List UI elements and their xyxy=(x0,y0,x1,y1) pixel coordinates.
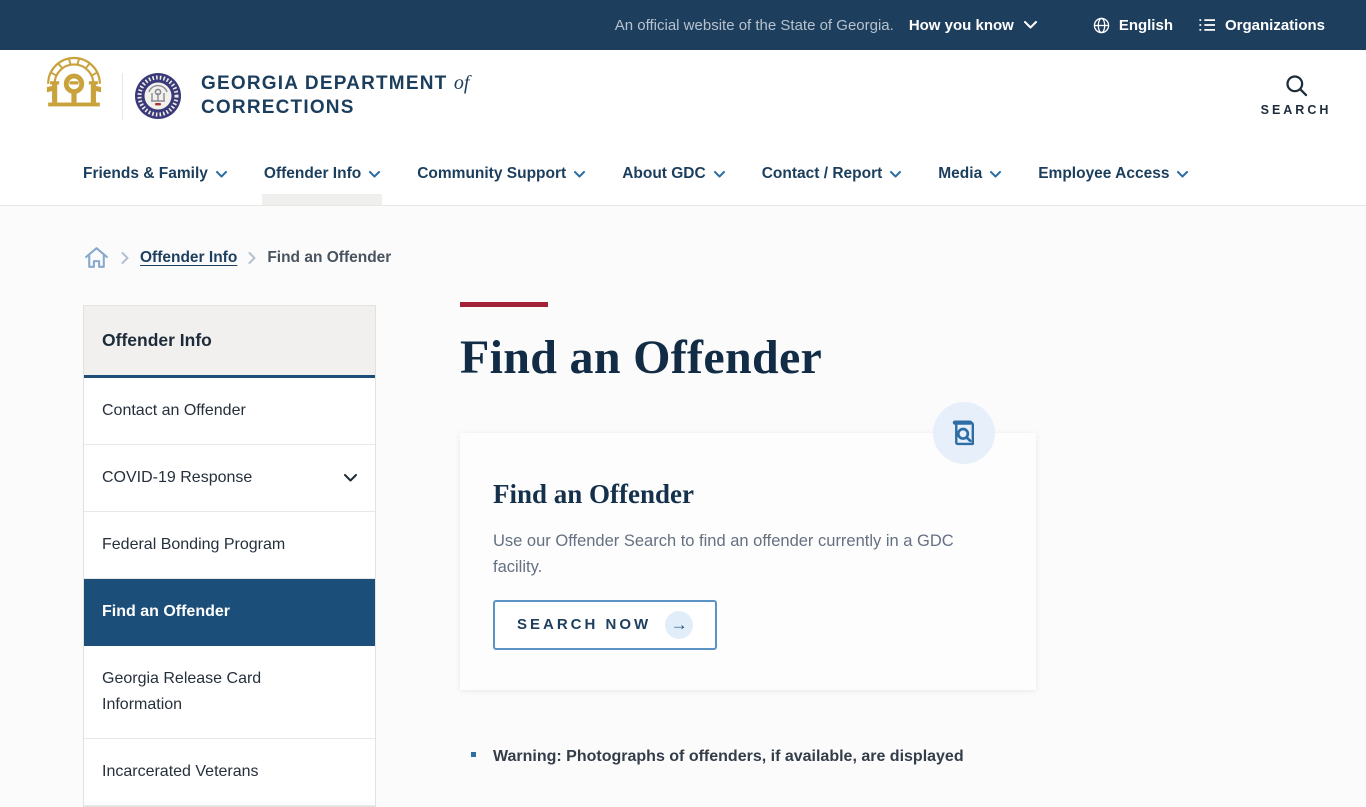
language-selector[interactable]: English xyxy=(1093,17,1173,34)
sidebar-title: Offender Info xyxy=(84,306,375,378)
chevron-right-icon xyxy=(121,251,129,264)
chevron-down-icon xyxy=(215,170,227,177)
globe-icon xyxy=(1093,17,1110,34)
sidebar-offender-info: Offender Info Contact an Offender COVID-… xyxy=(83,305,376,807)
official-website-text: An official website of the State of Geor… xyxy=(614,16,894,34)
sidebar-item-label: Contact an Offender xyxy=(102,402,246,419)
nav-label: Media xyxy=(938,165,983,182)
sidebar-item-label: Federal Bonding Program xyxy=(102,536,286,553)
search-now-label: SEARCH NOW xyxy=(517,616,652,634)
how-you-know-label: How you know xyxy=(908,16,1014,34)
site-header: GEORGIA DEPARTMENT of CORRECTIONS SEARCH xyxy=(0,34,1366,143)
nav-label: Friends & Family xyxy=(83,165,208,182)
arrow-right-icon: → xyxy=(665,610,694,639)
header-search-button[interactable]: SEARCH xyxy=(1261,72,1328,117)
sidebar-item-label: Georgia Release Card Information xyxy=(102,670,262,713)
organizations-button[interactable]: Organizations xyxy=(1198,17,1325,34)
document-search-icon xyxy=(952,420,974,445)
header-divider xyxy=(122,73,123,120)
site-title[interactable]: GEORGIA DEPARTMENT of CORRECTIONS xyxy=(201,71,469,120)
chevron-right-icon xyxy=(248,251,256,264)
chevron-down-icon xyxy=(344,474,357,482)
warning-list-item: Warning: Photographs of offenders, if av… xyxy=(460,745,1036,769)
sidebar-item-find-an-offender[interactable]: Find an Offender xyxy=(84,579,375,646)
nav-label: Contact / Report xyxy=(761,165,883,182)
bullet-square-icon xyxy=(471,751,476,757)
brand-of: of xyxy=(453,72,470,94)
main-content: Find an Offender Find an Offender Use ou… xyxy=(460,302,1036,769)
home-icon[interactable] xyxy=(83,245,110,270)
gov-topbar: An official website of the State of Geor… xyxy=(0,0,1366,50)
chevron-down-icon xyxy=(369,170,381,177)
georgia-arch-icon xyxy=(46,56,102,107)
breadcrumb: Offender Info Find an Offender xyxy=(83,245,1366,270)
organizations-label: Organizations xyxy=(1224,16,1325,34)
sidebar-item-contact-an-offender[interactable]: Contact an Offender xyxy=(84,378,375,445)
list-icon xyxy=(1198,17,1216,33)
nav-item-offender-info[interactable]: Offender Info xyxy=(261,143,383,205)
chevron-down-icon xyxy=(890,170,902,177)
title-accent-bar xyxy=(460,302,548,307)
search-label: SEARCH xyxy=(1260,103,1332,117)
chevron-down-icon xyxy=(1177,170,1189,177)
nav-item-media[interactable]: Media xyxy=(938,143,1002,205)
sidebar-item-label: COVID-19 Response xyxy=(102,469,253,486)
sidebar-item-covid-19-response[interactable]: COVID-19 Response xyxy=(84,445,375,512)
sidebar-item-federal-bonding-program[interactable]: Federal Bonding Program xyxy=(84,512,375,579)
search-icon xyxy=(1283,72,1310,99)
sidebar-item-georgia-release-card-information[interactable]: Georgia Release Card Information xyxy=(84,646,375,739)
language-label: English xyxy=(1118,16,1173,34)
nav-label: Offender Info xyxy=(263,165,362,182)
nav-label: Employee Access xyxy=(1038,165,1170,182)
chevron-down-icon xyxy=(1023,21,1037,29)
primary-nav: Friends & Family Offender Info Community… xyxy=(0,143,1366,206)
nav-item-contact-report[interactable]: Contact / Report xyxy=(762,143,902,205)
nav-label: About GDC xyxy=(622,165,706,182)
gdc-seal-icon xyxy=(135,73,181,119)
breadcrumb-current: Find an Offender xyxy=(267,248,392,266)
how-you-know-button[interactable]: How you know xyxy=(909,17,1037,34)
find-offender-card: Find an Offender Use our Offender Search… xyxy=(460,401,1036,690)
chevron-down-icon xyxy=(574,170,586,177)
sidebar-item-label: Find an Offender xyxy=(102,603,230,620)
card-body-text: Use our Offender Search to find an offen… xyxy=(493,531,954,576)
warning-text: Warning: Photographs of offenders, if av… xyxy=(493,747,964,765)
sidebar-item-label: Incarcerated Veterans xyxy=(102,763,259,780)
breadcrumb-link-offender-info[interactable]: Offender Info xyxy=(140,249,237,267)
nav-item-friends-family[interactable]: Friends & Family xyxy=(83,143,227,205)
nav-label: Community Support xyxy=(417,165,567,182)
nav-item-employee-access[interactable]: Employee Access xyxy=(1038,143,1189,205)
chevron-down-icon xyxy=(990,170,1002,177)
page-title: Find an Offender xyxy=(460,331,823,384)
gdc-seal xyxy=(134,72,182,120)
search-now-button[interactable]: SEARCH NOW → xyxy=(493,599,718,650)
card-heading: Find an Offender xyxy=(493,478,695,509)
nav-item-about-gdc[interactable]: About GDC xyxy=(622,143,725,205)
content-layout: Offender Info Contact an Offender COVID-… xyxy=(0,270,1366,807)
sidebar-item-incarcerated-veterans[interactable]: Incarcerated Veterans xyxy=(84,739,375,806)
nav-item-community-support[interactable]: Community Support xyxy=(417,143,586,205)
brand-line1: GEORGIA DEPARTMENT xyxy=(201,73,448,94)
chevron-down-icon xyxy=(713,170,725,177)
brand-line2: CORRECTIONS xyxy=(201,97,355,118)
offender-search-icon-circle xyxy=(933,401,995,464)
